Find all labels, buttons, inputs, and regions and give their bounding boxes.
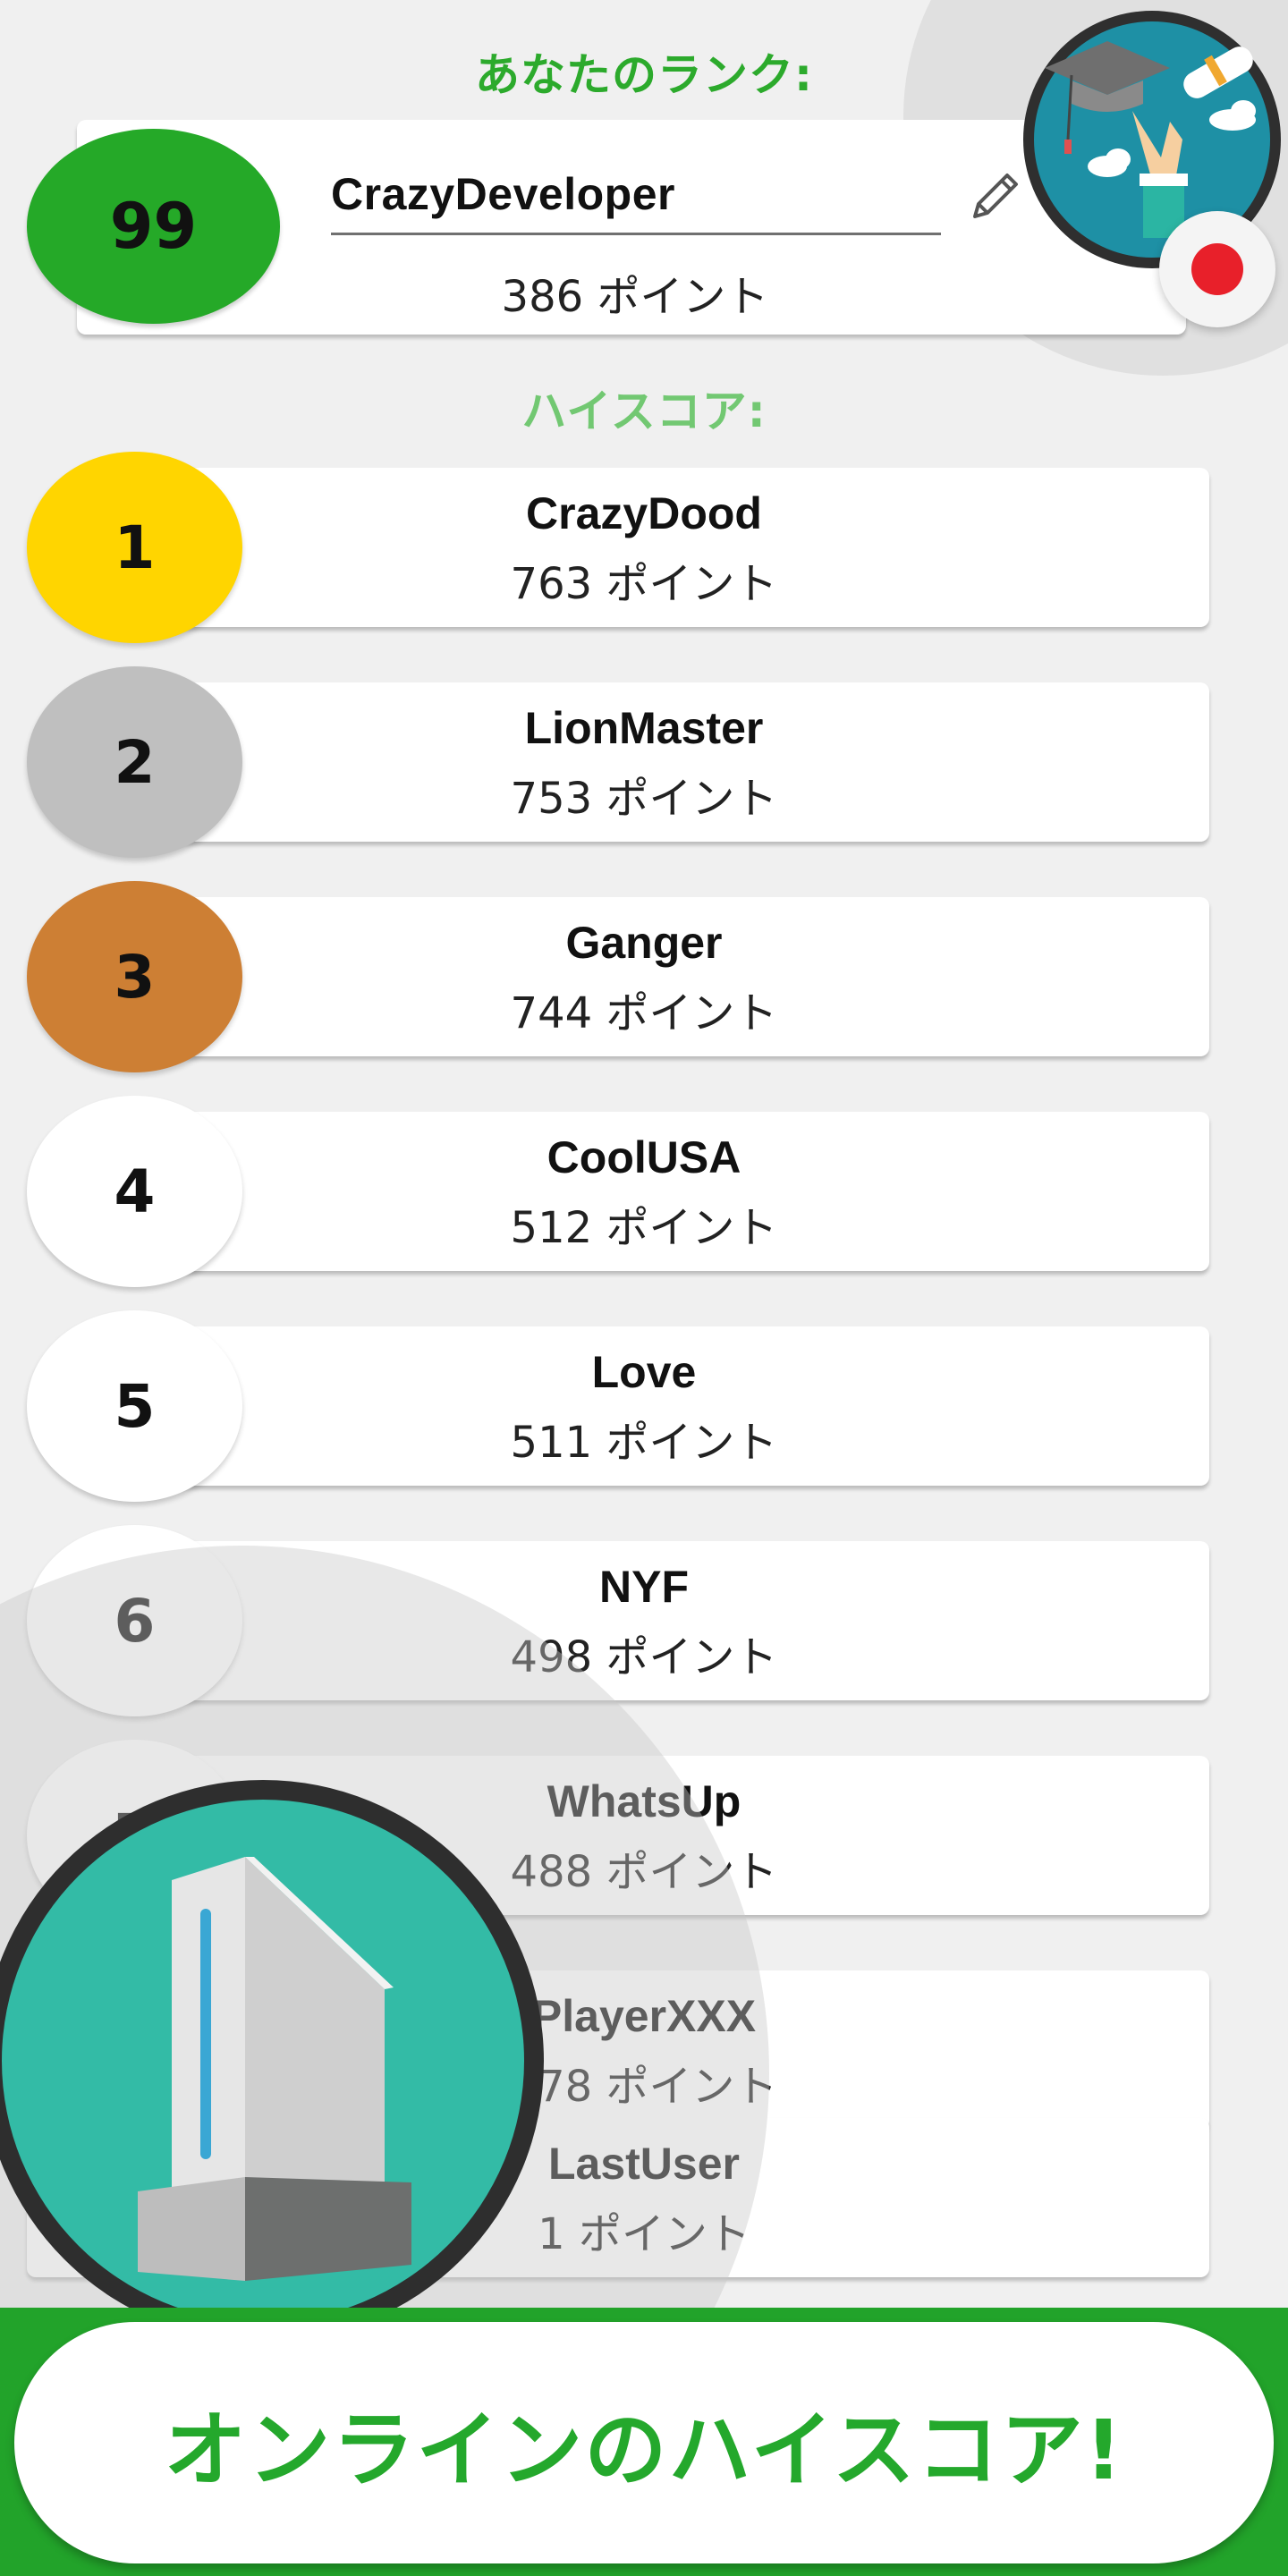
- my-points: 386 ポイント: [501, 272, 769, 322]
- player-name: Ganger: [565, 918, 723, 968]
- player-name: Love: [591, 1347, 697, 1397]
- my-rank-badge: 99: [27, 129, 280, 324]
- player-points: 512 ポイント: [510, 1203, 778, 1253]
- player-points: 511 ポイント: [510, 1418, 778, 1468]
- name-underline: [331, 233, 941, 235]
- rank-badge: 2: [27, 666, 242, 858]
- online-highscore-button[interactable]: オンラインのハイスコア!: [14, 2322, 1274, 2563]
- player-name: LionMaster: [524, 703, 764, 753]
- player-points: 763 ポイント: [510, 559, 778, 609]
- game-console-icon[interactable]: [0, 1775, 549, 2347]
- rank-badge: 1: [27, 452, 242, 643]
- leaderboard-row[interactable]: 2 LionMaster 753 ポイント: [0, 666, 1288, 881]
- player-points: 753 ポイント: [510, 774, 778, 824]
- leaderboard-row[interactable]: 3 Ganger 744 ポイント: [0, 881, 1288, 1096]
- leaderboard-row[interactable]: 5 Love 511 ポイント: [0, 1310, 1288, 1525]
- player-points: 744 ポイント: [510, 988, 778, 1038]
- leaderboard-row[interactable]: 1 CrazyDood 763 ポイント: [0, 452, 1288, 666]
- pencil-icon[interactable]: [966, 166, 1025, 225]
- highscore-title: ハイスコア:: [521, 386, 767, 437]
- record-button[interactable]: [1159, 211, 1275, 327]
- highscore-screen: あなたのランク: 99 CrazyDeveloper 386 ポイント ハイスコ…: [0, 0, 1288, 2576]
- player-name-input[interactable]: CrazyDeveloper: [331, 168, 675, 220]
- rank-badge: 4: [27, 1096, 242, 1287]
- player-name: CoolUSA: [547, 1132, 741, 1182]
- record-icon: [1191, 243, 1243, 295]
- leaderboard-row[interactable]: 4 CoolUSA 512 ポイント: [0, 1096, 1288, 1310]
- rank-badge: 3: [27, 881, 242, 1072]
- rank-badge: 5: [27, 1310, 242, 1502]
- player-name: CrazyDood: [526, 488, 762, 538]
